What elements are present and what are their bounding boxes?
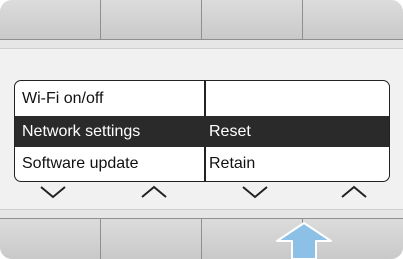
top-button-1[interactable] (0, 0, 101, 40)
menu-row-network-settings[interactable]: Network settings Reset (15, 116, 389, 147)
menu-row-wifi[interactable]: Wi-Fi on/off (15, 83, 389, 114)
top-button-2[interactable] (101, 0, 202, 40)
menu-item-label: Network settings (22, 123, 141, 140)
chevron-up-icon (139, 184, 169, 200)
top-button-4[interactable] (303, 0, 403, 40)
menu-row-software-update[interactable]: Software update Retain (15, 148, 389, 179)
chevron-up-icon (339, 184, 369, 200)
bottom-button-row (0, 218, 403, 259)
top-button-row (0, 0, 403, 40)
menu-item-option: Retain (209, 155, 256, 172)
chevron-down-icon (240, 184, 270, 200)
settings-menu: Wi-Fi on/off Network settings Reset Soft… (14, 80, 390, 182)
menu-item-option: Reset (209, 123, 251, 140)
top-button-3[interactable] (202, 0, 303, 40)
bottom-button-2[interactable] (101, 218, 202, 259)
menu-item-label: Software update (22, 155, 139, 172)
device-panel: Wi-Fi on/off Network settings Reset Soft… (0, 0, 403, 259)
chevron-down-icon (38, 184, 68, 200)
menu-item-label: Wi-Fi on/off (22, 90, 104, 107)
bottom-button-1[interactable] (0, 218, 101, 259)
arrow-up-icon (275, 222, 333, 259)
